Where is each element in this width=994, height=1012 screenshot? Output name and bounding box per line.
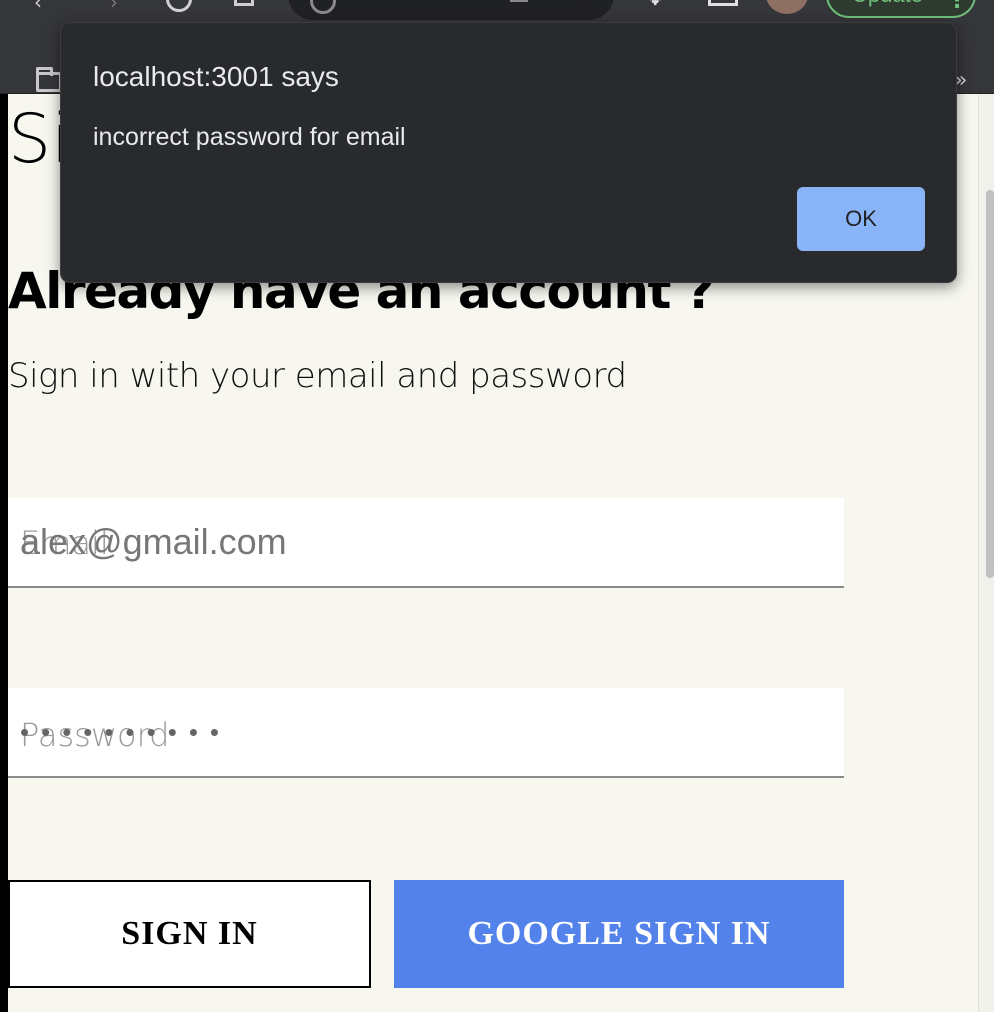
- home-icon[interactable]: [234, 0, 254, 6]
- password-input[interactable]: [8, 688, 844, 776]
- profile-avatar[interactable]: [766, 0, 808, 14]
- address-bar[interactable]: ‹ ★: [288, 0, 614, 20]
- window-icon[interactable]: [708, 0, 738, 6]
- extensions-icon[interactable]: ✥: [646, 0, 664, 10]
- update-label: Update: [852, 0, 923, 8]
- key-icon[interactable]: ‹: [458, 0, 465, 5]
- dialog-title: localhost:3001 says: [93, 61, 339, 92]
- sign-in-button[interactable]: SIGN IN: [8, 880, 371, 988]
- bookmark-star-icon[interactable]: ★: [572, 0, 594, 6]
- update-button[interactable]: Update ⋮: [826, 0, 976, 18]
- password-field[interactable]: Password: [8, 688, 844, 778]
- alert-dialog: localhost:3001 says incorrect password f…: [60, 22, 957, 283]
- forward-arrow-icon[interactable]: ›: [110, 0, 118, 12]
- dialog-message: incorrect password for email: [93, 123, 406, 151]
- back-arrow-icon[interactable]: ‹: [34, 0, 42, 12]
- site-info-icon[interactable]: [310, 0, 336, 14]
- google-sign-in-button[interactable]: GOOGLE SIGN IN: [394, 880, 844, 988]
- share-icon[interactable]: [510, 0, 528, 2]
- scrollbar-thumb[interactable]: [986, 190, 994, 578]
- window-edge: [0, 94, 8, 1012]
- ok-button[interactable]: OK: [797, 187, 925, 251]
- menu-dots-icon[interactable]: ⋮: [946, 0, 968, 13]
- browser-toolbar: ‹ › ‹ ★ ✥ Update ⋮: [0, 0, 994, 24]
- sign-in-instructions: Sign in with your email and password: [8, 356, 627, 396]
- email-input[interactable]: [8, 498, 844, 586]
- email-field[interactable]: Email: [8, 498, 844, 588]
- folder-icon[interactable]: [36, 67, 62, 92]
- reload-icon[interactable]: [166, 0, 192, 12]
